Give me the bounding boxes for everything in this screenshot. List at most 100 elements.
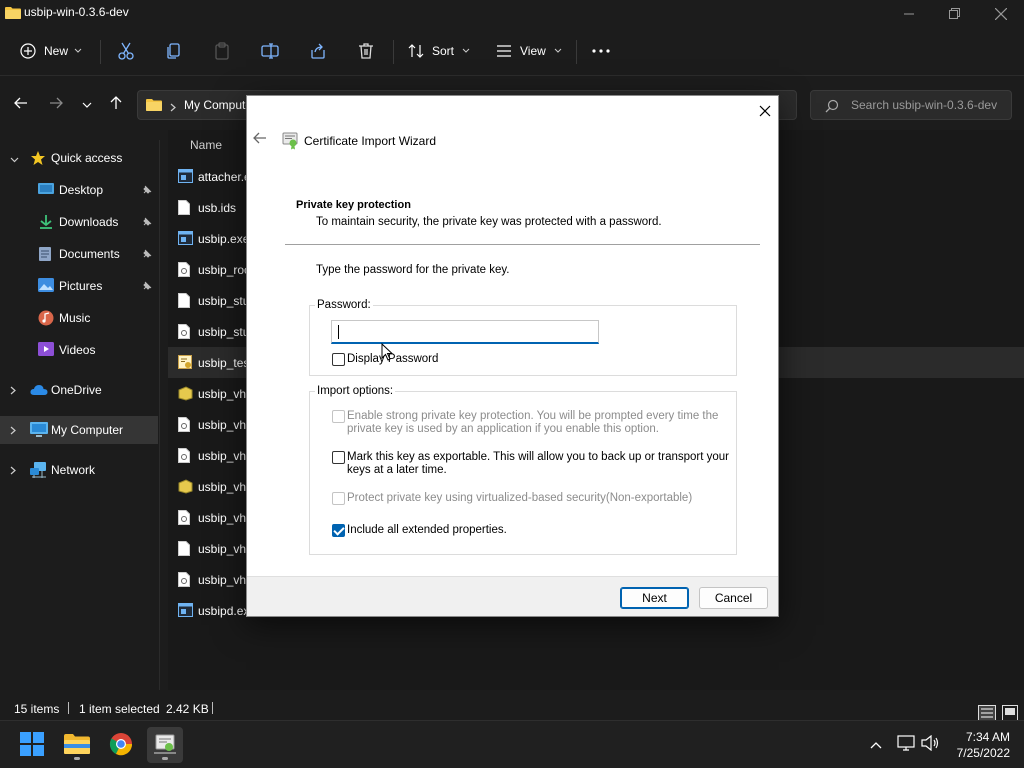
forward-button[interactable] (45, 94, 67, 114)
ellipsis-icon (592, 49, 610, 53)
arrow-up-icon (110, 95, 122, 113)
close-window-button[interactable] (978, 0, 1024, 28)
divider (68, 702, 69, 714)
file-icon (178, 293, 190, 311)
share-button[interactable] (309, 38, 327, 64)
more-options-button[interactable] (592, 38, 610, 64)
folder-icon (146, 98, 162, 115)
sidebar-item-desktop[interactable]: Desktop (0, 176, 158, 204)
display-password-checkbox[interactable] (332, 353, 345, 366)
taskbar-file-explorer[interactable] (59, 727, 95, 763)
rename-button[interactable] (261, 38, 279, 64)
strong-protection-line1: Enable strong private key protection. Yo… (347, 410, 719, 422)
cancel-button[interactable]: Cancel (699, 587, 768, 609)
network-status-icon[interactable] (897, 735, 915, 754)
sidebar-item-network[interactable]: Network (0, 456, 158, 484)
extended-properties-label[interactable]: Include all extended properties. (347, 524, 507, 537)
sort-icon (408, 43, 424, 59)
minimize-button[interactable] (886, 0, 932, 28)
view-button[interactable]: View (496, 38, 562, 64)
column-header-name[interactable]: Name (190, 138, 222, 152)
chevron-right-icon (10, 384, 16, 398)
recent-locations-button[interactable] (76, 94, 98, 114)
sidebar-item-pictures[interactable]: Pictures (0, 272, 158, 300)
taskbar-clock[interactable]: 7:34 AM 7/25/2022 (944, 729, 1010, 761)
search-field[interactable]: Search usbip-win-0.3.6-dev (810, 90, 1012, 120)
file-name: usb.ids (198, 201, 237, 215)
sidebar-item-label: Desktop (59, 183, 104, 197)
wizard-back-button[interactable] (253, 132, 273, 150)
new-button[interactable]: New (20, 38, 82, 64)
rename-icon (261, 42, 279, 60)
sidebar-item-downloads[interactable]: Downloads (0, 208, 158, 236)
navigation-pane: Quick access Desktop Downloads Documents… (0, 140, 160, 690)
exportable-checkbox[interactable] (332, 451, 345, 464)
sidebar-item-label: Videos (59, 343, 96, 357)
file-name: attacher.e (198, 170, 251, 184)
arrow-left-icon (14, 97, 28, 112)
start-button[interactable] (14, 727, 50, 763)
view-icon (496, 44, 512, 58)
next-button[interactable]: Next (620, 587, 689, 609)
file-icon (178, 541, 190, 559)
chevron-right-icon (10, 464, 16, 478)
taskbar-chrome[interactable] (103, 727, 139, 763)
dialog-close-button[interactable] (751, 100, 779, 124)
certificate-import-wizard-dialog: Certificate Import Wizard Private key pr… (246, 95, 779, 617)
sidebar-item-documents[interactable]: Documents (0, 240, 158, 268)
sidebar-item-music[interactable]: Music (0, 304, 158, 332)
extended-properties-checkbox[interactable] (332, 524, 345, 537)
sidebar-item-label: My Computer (51, 423, 124, 437)
separator (393, 40, 394, 64)
arrow-right-icon (49, 97, 63, 112)
pin-icon (142, 216, 152, 230)
document-icon (38, 246, 52, 265)
sort-button[interactable]: Sort (408, 38, 470, 64)
taskbar-certificate-wizard[interactable] (147, 727, 183, 763)
chevron-right-icon (10, 424, 16, 438)
sidebar-item-onedrive[interactable]: OneDrive (0, 376, 158, 404)
sort-label: Sort (432, 44, 455, 58)
strong-protection-label: Enable strong private key protection. Yo… (347, 410, 718, 436)
vbs-protection-label: Protect private key using virtualized-ba… (347, 492, 693, 504)
config-file-icon (178, 262, 190, 280)
sidebar-item-label: Documents (59, 247, 120, 261)
delete-button[interactable] (357, 38, 375, 64)
maximize-button[interactable] (932, 0, 978, 28)
cut-button[interactable] (117, 38, 135, 64)
text-caret (338, 325, 339, 339)
sidebar-item-my-computer[interactable]: My Computer (0, 416, 158, 444)
show-hidden-icons-button[interactable] (870, 738, 882, 752)
file-name: usbip_vh (198, 449, 247, 463)
password-input[interactable] (331, 320, 599, 344)
chevron-down-icon (74, 48, 82, 54)
file-name: usbip_vh (198, 418, 247, 432)
import-options-label: Import options: (315, 385, 396, 397)
config-file-icon (178, 510, 190, 528)
back-button[interactable] (10, 94, 32, 114)
certificate-wizard-icon (281, 132, 299, 153)
music-icon (38, 310, 54, 329)
sidebar-item-videos[interactable]: Videos (0, 336, 158, 364)
exportable-label[interactable]: Mark this key as exportable. This will a… (347, 451, 729, 477)
volume-icon[interactable] (921, 734, 939, 754)
pin-icon (142, 184, 152, 198)
paste-button[interactable] (213, 38, 231, 64)
search-icon (825, 99, 839, 116)
up-button[interactable] (105, 94, 127, 114)
running-indicator (162, 757, 168, 760)
exe-file-icon (178, 231, 193, 248)
config-file-icon (178, 417, 190, 435)
divider (212, 702, 213, 714)
download-icon (38, 214, 54, 233)
copy-button[interactable] (165, 38, 183, 64)
file-name: usbipd.ex (198, 604, 250, 618)
sidebar-item-quick-access[interactable]: Quick access (0, 144, 158, 172)
setup-file-icon (178, 386, 193, 404)
chevron-down-icon (462, 48, 470, 54)
exe-file-icon (178, 603, 193, 620)
search-placeholder: Search usbip-win-0.3.6-dev (851, 98, 998, 112)
file-icon (178, 200, 190, 218)
file-name: usbip_vh (198, 387, 247, 401)
vbs-protection-checkbox (332, 492, 345, 505)
